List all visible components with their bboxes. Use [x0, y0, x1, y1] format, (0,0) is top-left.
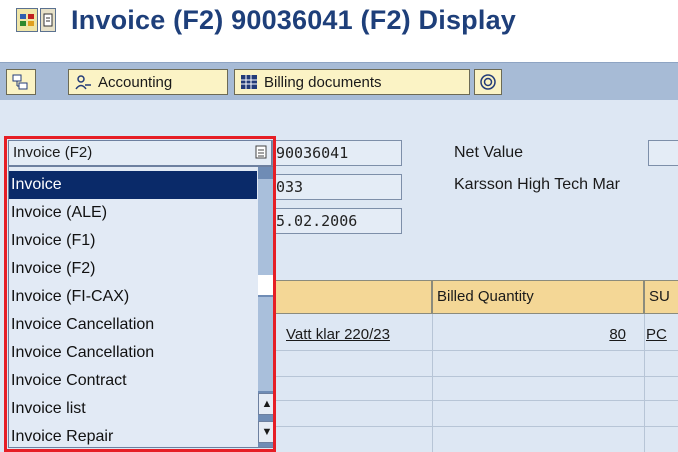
grid-divider — [260, 400, 678, 401]
scrollbar-thumb[interactable] — [258, 275, 276, 295]
display-button[interactable] — [474, 69, 502, 95]
billing-documents-label: Billing documents — [264, 73, 382, 91]
grid-divider — [260, 376, 678, 377]
billing-documents-icon — [240, 73, 258, 91]
option-invoice-cancellation-2[interactable]: Invoice Cancellation — [9, 339, 257, 367]
payer-name-text: Karsson High Tech Mar — [454, 176, 620, 193]
column-header-billed-quantity[interactable]: Billed Quantity — [432, 280, 644, 314]
document-icon[interactable] — [40, 8, 56, 32]
scrollbar-track-lower[interactable] — [258, 297, 276, 391]
option-invoice-contract[interactable]: Invoice Contract — [9, 367, 257, 395]
billing-document-number-field[interactable]: 90036041 — [272, 140, 402, 166]
net-value-field[interactable] — [648, 140, 678, 166]
title-bar: Invoice (F2) 90036041 (F2) Display — [0, 0, 678, 44]
page-title: Invoice (F2) 90036041 (F2) Display — [71, 5, 516, 35]
item-description-cell[interactable]: Vatt klar 220/23 — [286, 326, 428, 343]
scrollbar-track-upper[interactable] — [258, 179, 276, 275]
option-invoice[interactable]: Invoice — [9, 171, 257, 199]
accounting-icon — [74, 73, 92, 91]
items-table: Billed Quantity SU Vatt klar 220/23 80 P… — [260, 280, 678, 452]
option-invoice-list[interactable]: Invoice list — [9, 395, 257, 423]
sales-unit-cell[interactable]: PC — [646, 326, 678, 343]
accounting-button[interactable]: Accounting — [68, 69, 228, 95]
document-flow-button[interactable] — [6, 69, 36, 95]
option-invoice-fi-cax[interactable]: Invoice (FI-CAX) — [9, 283, 257, 311]
billing-type-options-list: Invoice Invoice (ALE) Invoice (F1) Invoi… — [8, 166, 276, 448]
scroll-down-icon[interactable]: ▼ — [258, 421, 276, 443]
display-icon — [479, 73, 497, 91]
billing-documents-button[interactable]: Billing documents — [234, 69, 470, 95]
grid-divider — [644, 314, 645, 452]
option-invoice-cancellation[interactable]: Invoice Cancellation — [9, 311, 257, 339]
document-flow-icon — [11, 73, 29, 91]
grid-divider — [260, 350, 678, 351]
billing-date-field[interactable]: 5.02.2006 — [272, 208, 402, 234]
option-invoice-repair[interactable]: Invoice Repair — [9, 423, 257, 451]
grid-divider — [260, 426, 678, 427]
option-invoice-ale[interactable]: Invoice (ALE) — [9, 199, 257, 227]
option-invoice-f2[interactable]: Invoice (F2) — [9, 255, 257, 283]
dropdown-scrollbar[interactable]: ▲ ▼ — [258, 167, 276, 447]
billing-type-value: Invoice (F2) — [13, 144, 93, 161]
column-header-sales-unit[interactable]: SU — [644, 280, 678, 314]
accounting-label: Accounting — [98, 73, 173, 91]
scroll-up-icon[interactable]: ▲ — [258, 393, 276, 415]
payer-field[interactable]: 033 — [272, 174, 402, 200]
billed-quantity-cell[interactable]: 80 — [432, 326, 626, 343]
column-header-description[interactable] — [260, 280, 432, 314]
billing-type-dropdown[interactable]: Invoice (F2) — [8, 140, 272, 166]
net-value-label: Net Value — [454, 144, 524, 161]
sap-menu-icon[interactable] — [16, 8, 38, 32]
option-invoice-f1[interactable]: Invoice (F1) — [9, 227, 257, 255]
application-toolbar: Accounting Billing documents — [0, 62, 678, 100]
dropdown-toggle-icon[interactable] — [254, 145, 268, 161]
